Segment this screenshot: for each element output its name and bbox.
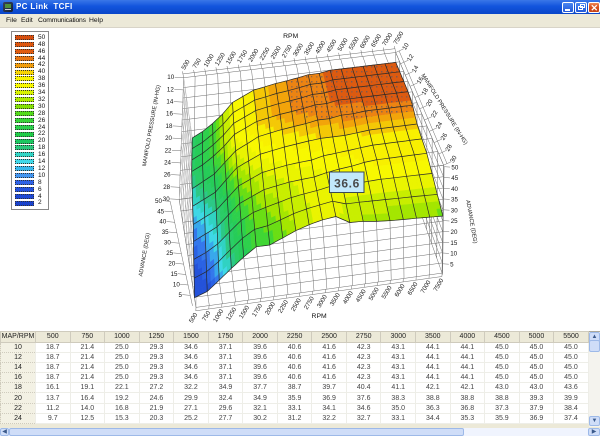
svg-text:3000: 3000 (292, 42, 305, 58)
svg-text:1750: 1750 (251, 302, 264, 318)
svg-text:6000: 6000 (359, 34, 372, 50)
svg-text:26: 26 (164, 172, 171, 179)
svg-text:16: 16 (166, 111, 173, 118)
svg-text:ADVANCE (DEG): ADVANCE (DEG) (138, 232, 152, 277)
svg-text:28: 28 (444, 143, 454, 153)
svg-text:1500: 1500 (238, 304, 251, 320)
svg-text:30: 30 (164, 240, 171, 247)
svg-text:7000: 7000 (419, 279, 432, 295)
svg-text:25: 25 (166, 250, 173, 257)
svg-text:35: 35 (451, 197, 458, 204)
svg-text:4500: 4500 (325, 38, 338, 54)
svg-text:MANIFOLD PRESSURE (IN-HG): MANIFOLD PRESSURE (IN-HG) (142, 85, 162, 167)
svg-text:10: 10 (173, 281, 180, 288)
svg-text:RPM: RPM (312, 313, 327, 320)
svg-text:2500: 2500 (270, 45, 283, 61)
svg-text:4000: 4000 (342, 290, 355, 306)
svg-text:20: 20 (168, 261, 175, 268)
svg-text:45: 45 (451, 175, 458, 182)
svg-text:14: 14 (411, 64, 421, 74)
svg-text:7500: 7500 (432, 277, 445, 293)
svg-text:1500: 1500 (225, 50, 238, 66)
svg-text:4000: 4000 (314, 39, 327, 55)
svg-text:45: 45 (157, 208, 164, 215)
svg-text:36.6: 36.6 (334, 177, 360, 191)
svg-text:10: 10 (401, 41, 411, 51)
svg-text:6500: 6500 (370, 33, 383, 49)
svg-text:22: 22 (165, 147, 172, 154)
svg-text:2750: 2750 (303, 295, 316, 311)
svg-text:10: 10 (167, 74, 174, 81)
svg-text:6500: 6500 (406, 281, 419, 297)
svg-text:2250: 2250 (258, 46, 271, 62)
svg-text:30: 30 (163, 196, 170, 203)
svg-text:25: 25 (451, 218, 458, 225)
svg-text:2750: 2750 (281, 43, 294, 59)
svg-text:50: 50 (451, 164, 458, 171)
svg-text:RPM: RPM (283, 33, 298, 40)
svg-text:14: 14 (166, 99, 173, 106)
svg-text:40: 40 (159, 219, 166, 226)
svg-text:1750: 1750 (236, 49, 249, 65)
svg-text:5000: 5000 (368, 286, 381, 302)
svg-text:50: 50 (155, 198, 162, 205)
svg-text:3500: 3500 (329, 291, 342, 307)
svg-text:5500: 5500 (381, 284, 394, 300)
svg-text:3500: 3500 (303, 41, 316, 57)
svg-text:15: 15 (171, 271, 178, 278)
svg-text:2250: 2250 (277, 299, 290, 315)
svg-text:28: 28 (163, 184, 170, 191)
svg-text:5500: 5500 (348, 35, 361, 51)
svg-text:750: 750 (201, 310, 213, 323)
svg-text:6000: 6000 (394, 282, 407, 298)
svg-text:7000: 7000 (381, 31, 394, 47)
svg-text:40: 40 (451, 186, 458, 193)
svg-text:20: 20 (425, 98, 435, 108)
svg-text:30: 30 (451, 207, 458, 214)
svg-text:750: 750 (192, 57, 204, 70)
svg-text:2000: 2000 (247, 47, 260, 63)
svg-text:5: 5 (179, 292, 183, 299)
svg-text:3000: 3000 (316, 293, 329, 309)
svg-text:35: 35 (162, 229, 169, 236)
svg-text:5: 5 (450, 261, 454, 268)
svg-text:500: 500 (188, 311, 200, 324)
svg-text:26: 26 (440, 132, 450, 142)
svg-text:2500: 2500 (290, 297, 303, 313)
svg-text:24: 24 (435, 120, 445, 130)
svg-text:10: 10 (450, 251, 457, 258)
svg-text:20: 20 (451, 229, 458, 236)
svg-text:1000: 1000 (212, 308, 225, 324)
svg-text:22: 22 (430, 109, 440, 119)
svg-text:1250: 1250 (225, 306, 238, 322)
svg-text:18: 18 (166, 123, 173, 130)
svg-text:24: 24 (164, 159, 171, 166)
svg-text:2000: 2000 (264, 300, 277, 316)
svg-text:500: 500 (180, 58, 192, 71)
svg-text:ADVANCE (DEG): ADVANCE (DEG) (464, 200, 478, 245)
svg-text:15: 15 (450, 240, 457, 247)
svg-text:12: 12 (406, 53, 416, 63)
svg-text:4500: 4500 (355, 288, 368, 304)
svg-text:1000: 1000 (203, 53, 216, 69)
svg-text:12: 12 (167, 86, 174, 93)
svg-text:5000: 5000 (337, 37, 350, 53)
svg-text:30: 30 (449, 154, 459, 164)
svg-text:20: 20 (165, 135, 172, 142)
svg-text:1250: 1250 (214, 51, 227, 67)
